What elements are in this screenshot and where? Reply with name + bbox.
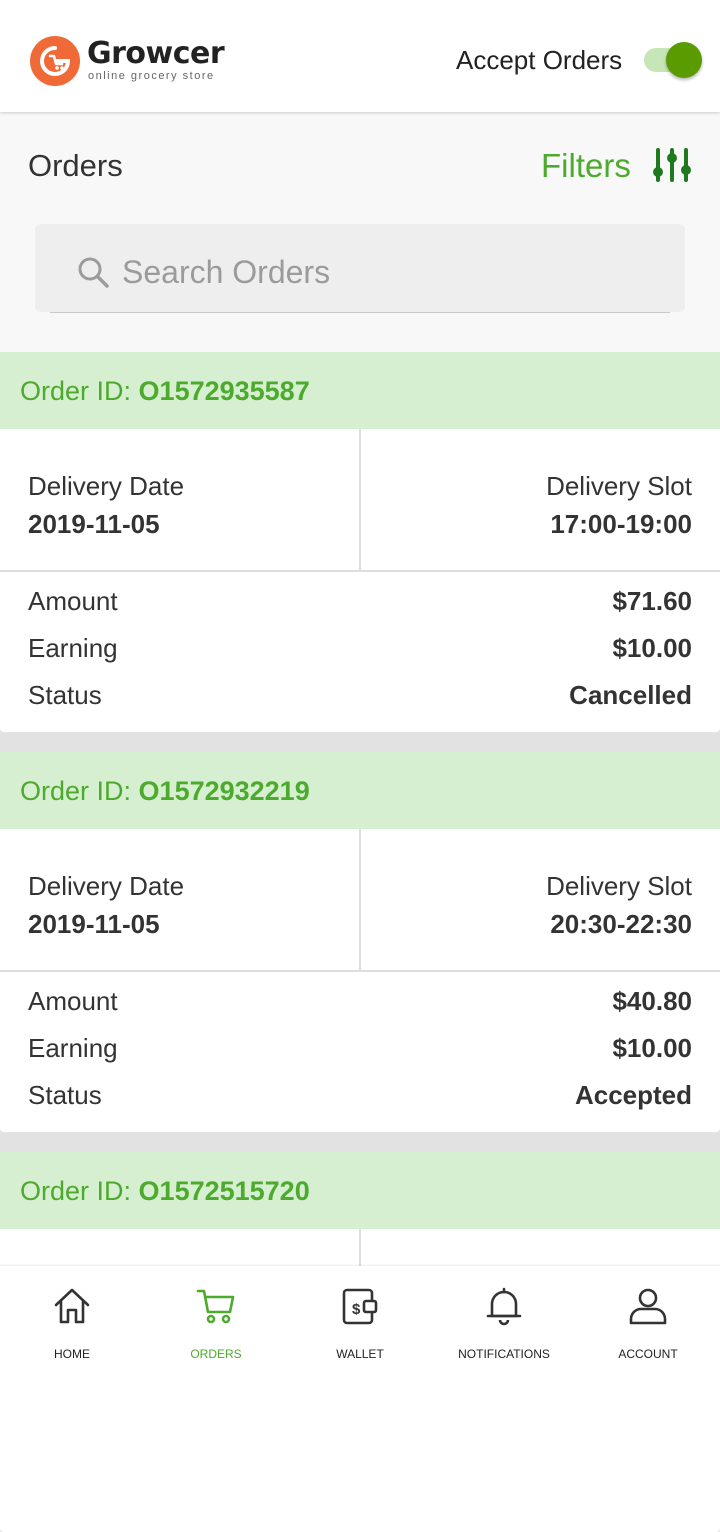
divider-horizontal <box>0 570 720 572</box>
sliders-icon <box>652 146 696 191</box>
cart-icon <box>196 1289 235 1324</box>
delivery-slot-value: 20:30-22:30 <box>550 909 692 939</box>
nav-notifications[interactable]: NOTIFICATIONS <box>432 1266 576 1381</box>
nav-label: ORDERS <box>190 1347 242 1361</box>
order-id-line: Order ID: O1572935587 <box>20 375 310 407</box>
delivery-date-label: Delivery Date <box>28 471 185 501</box>
wallet-icon: $ <box>342 1288 378 1325</box>
order-id-header: Order ID: O1572935587 <box>0 352 720 429</box>
accept-orders-toggle[interactable] <box>644 42 702 78</box>
user-icon <box>629 1288 667 1325</box>
accept-orders-label: Accept Orders <box>456 45 623 75</box>
order-id-label: Order ID: <box>20 776 132 806</box>
nav-label: HOME <box>54 1347 90 1361</box>
svg-text:$: $ <box>352 1301 361 1318</box>
home-icon <box>54 1288 90 1324</box>
status-label: Status <box>28 680 102 710</box>
bell-icon <box>486 1287 522 1326</box>
bottom-navigation: HOME ORDERS $ WALLET NOTIFICATIONS ACCOU… <box>0 1266 720 1381</box>
nav-wallet[interactable]: $ WALLET <box>288 1266 432 1381</box>
order-id-value: O1572935587 <box>138 376 310 406</box>
nav-account[interactable]: ACCOUNT <box>576 1266 720 1381</box>
divider-horizontal <box>0 970 720 972</box>
divider-vertical <box>359 429 361 570</box>
search-icon <box>77 256 111 295</box>
divider-vertical <box>359 829 361 970</box>
status-value: Cancelled <box>569 680 692 710</box>
growcer-logo-icon <box>30 36 80 86</box>
toggle-thumb <box>666 42 702 78</box>
delivery-date-value: 2019-11-05 <box>28 909 160 939</box>
search-input[interactable] <box>122 250 662 294</box>
nav-label: ACCOUNT <box>618 1347 678 1361</box>
earning-label: Earning <box>28 633 118 663</box>
earning-value: $10.00 <box>612 1033 692 1063</box>
order-id-value: O1572932219 <box>138 776 310 806</box>
order-id-line: Order ID: O1572932219 <box>20 775 310 807</box>
filters-button[interactable]: Filters <box>540 144 700 188</box>
nav-home[interactable]: HOME <box>0 1266 144 1381</box>
earning-label: Earning <box>28 1033 118 1063</box>
brand-tagline: online grocery store <box>88 70 215 82</box>
order-card[interactable]: Order ID: O1572935587 Delivery Date 2019… <box>0 352 720 732</box>
order-id-label: Order ID: <box>20 1176 132 1206</box>
app-bar: Growcer online grocery store Accept Orde… <box>0 0 720 112</box>
amount-value: $40.80 <box>612 986 692 1016</box>
page-title: Orders <box>28 148 123 183</box>
nav-label: WALLET <box>336 1347 384 1361</box>
earning-value: $10.00 <box>612 633 692 663</box>
status-label: Status <box>28 1080 102 1110</box>
delivery-date-label: Delivery Date <box>28 871 185 901</box>
amount-label: Amount <box>28 986 118 1016</box>
order-id-header: Order ID: O1572515720 <box>0 1152 720 1229</box>
delivery-slot-label: Delivery Slot <box>546 871 692 901</box>
delivery-slot-label: Delivery Slot <box>546 471 692 501</box>
nav-label: NOTIFICATIONS <box>458 1347 550 1361</box>
amount-value: $71.60 <box>612 586 692 616</box>
nav-orders[interactable]: ORDERS <box>144 1266 288 1381</box>
order-id-header: Order ID: O1572932219 <box>0 752 720 829</box>
status-value: Accepted <box>574 1080 692 1110</box>
order-id-value: O1572515720 <box>138 1176 310 1206</box>
brand-name: Growcer <box>87 36 225 71</box>
order-card[interactable]: Order ID: O1572932219 Delivery Date 2019… <box>0 752 720 1132</box>
amount-label: Amount <box>28 586 118 616</box>
order-id-label: Order ID: <box>20 376 132 406</box>
delivery-slot-value: 17:00-19:00 <box>550 509 692 539</box>
delivery-date-value: 2019-11-05 <box>28 509 160 539</box>
order-id-line: Order ID: O1572515720 <box>20 1175 310 1207</box>
filters-label: Filters <box>541 147 631 184</box>
search-underline <box>50 312 670 313</box>
